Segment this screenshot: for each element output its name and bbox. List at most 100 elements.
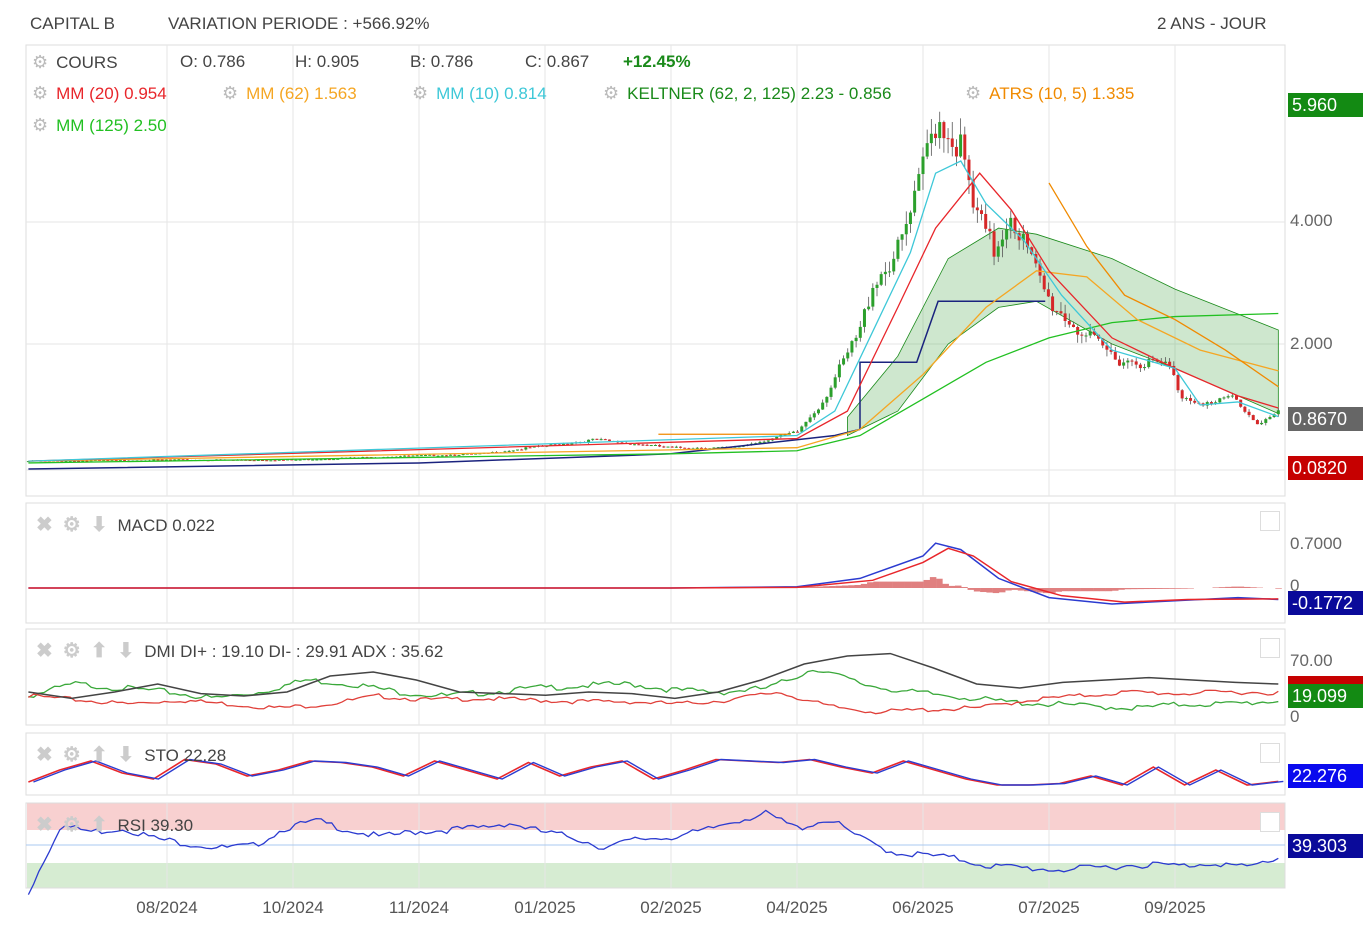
- gear-icon[interactable]: ⚙: [32, 83, 48, 103]
- arrow-down-icon[interactable]: ⬇: [117, 640, 134, 662]
- arrow-down-icon[interactable]: ⬇: [117, 744, 134, 766]
- low-tag: 0.0820: [1288, 456, 1363, 480]
- candle: [1126, 360, 1130, 363]
- candle: [1122, 362, 1126, 366]
- dmi-tag: 19.099: [1288, 684, 1363, 708]
- candle: [816, 409, 820, 414]
- candle: [683, 447, 687, 449]
- candle: [403, 455, 407, 457]
- gear-icon[interactable]: ⚙: [63, 744, 81, 766]
- macd-histogram-bar: [998, 588, 1006, 593]
- rsi-label: RSI: [117, 816, 146, 835]
- gear-icon[interactable]: ⚙: [412, 83, 428, 103]
- x-tick-label: 10/2024: [262, 898, 324, 917]
- macd-histogram-bar: [885, 581, 893, 588]
- rsi-overbought-band: [27, 803, 1285, 830]
- macd-histogram-bar: [961, 587, 968, 588]
- macd-value: 0.022: [172, 516, 215, 535]
- macd-histogram-bar: [911, 581, 918, 588]
- candle: [156, 459, 160, 461]
- atrs-value: 1.335: [1091, 84, 1135, 103]
- atrs-label[interactable]: ATRS (10, 5): [989, 84, 1087, 103]
- candle: [934, 133, 938, 139]
- candle: [424, 455, 428, 457]
- candle: [829, 387, 833, 397]
- candle: [942, 122, 946, 139]
- keltner-label[interactable]: KELTNER (62, 2, 125): [627, 84, 796, 103]
- arrow-up-icon[interactable]: ⬆: [91, 640, 108, 662]
- candle: [1184, 398, 1188, 400]
- panel-checkbox[interactable]: [1260, 812, 1280, 832]
- macd-histogram-bar: [1124, 588, 1132, 590]
- candle: [1130, 360, 1134, 362]
- candle: [808, 417, 812, 422]
- candle: [963, 134, 967, 160]
- candle: [842, 358, 846, 365]
- macd-histogram-bar: [936, 578, 943, 588]
- gear-icon[interactable]: ⚙: [603, 83, 619, 103]
- mm20-label[interactable]: MM (20): [56, 84, 119, 103]
- candle: [1113, 351, 1117, 360]
- candle: [925, 143, 929, 157]
- candle: [599, 439, 603, 441]
- mm125-label[interactable]: MM (125): [56, 116, 129, 135]
- macd-histogram-bar: [986, 588, 993, 593]
- arrow-up-icon[interactable]: ⬆: [91, 814, 108, 836]
- low-value: B: 0.786: [410, 52, 474, 71]
- candle: [411, 455, 415, 457]
- macd-histogram-bar: [1212, 587, 1220, 588]
- macd-tag: -0.1772: [1288, 591, 1363, 615]
- arrow-up-icon[interactable]: ⬆: [91, 744, 108, 766]
- chart-canvas[interactable]: [0, 0, 1372, 928]
- candle: [988, 228, 992, 232]
- candle: [1222, 397, 1226, 399]
- keltner-value: 2.23 - 0.856: [800, 84, 892, 103]
- macd-histogram-bar: [1099, 588, 1106, 592]
- candle: [833, 377, 837, 388]
- candle: [1117, 359, 1121, 366]
- mm62-label[interactable]: MM (62): [246, 84, 309, 103]
- close-icon[interactable]: ✖: [36, 814, 53, 836]
- candle: [679, 446, 683, 448]
- gear-icon[interactable]: ⚙: [63, 814, 81, 836]
- candle: [984, 213, 988, 229]
- gear-icon[interactable]: ⚙: [63, 514, 81, 536]
- candle: [796, 431, 800, 433]
- candle: [1042, 275, 1046, 290]
- candle: [1260, 422, 1264, 425]
- axis-label-4: 4.000: [1290, 211, 1333, 230]
- di-plus-line: [28, 669, 1279, 711]
- mm10-label[interactable]: MM (10): [436, 84, 499, 103]
- candle: [954, 146, 958, 157]
- macd-histogram-bar: [942, 583, 949, 588]
- gear-icon[interactable]: ⚙: [222, 83, 238, 103]
- candle: [507, 450, 511, 452]
- dmi-label: DMI: [144, 642, 176, 661]
- arrow-down-icon[interactable]: ⬇: [91, 514, 108, 536]
- close-icon[interactable]: ✖: [36, 514, 53, 536]
- panel-checkbox[interactable]: [1260, 743, 1280, 763]
- x-tick-label: 06/2025: [892, 898, 954, 917]
- candle: [511, 450, 515, 452]
- panel-checkbox[interactable]: [1260, 638, 1280, 658]
- candle: [1268, 416, 1272, 420]
- macd-histogram-bar: [1011, 588, 1019, 590]
- macd-histogram-bar: [816, 586, 824, 588]
- dmi-axis-zero: 0: [1290, 707, 1300, 726]
- panel-checkbox[interactable]: [1260, 511, 1280, 531]
- candle: [800, 426, 804, 432]
- candle: [1046, 289, 1050, 297]
- candle: [1276, 410, 1280, 415]
- close-icon[interactable]: ✖: [36, 640, 53, 662]
- gear-icon[interactable]: ⚙: [63, 640, 81, 662]
- candle: [298, 459, 302, 461]
- dmi-axis-label: 70.00: [1290, 651, 1333, 670]
- gear-icon[interactable]: ⚙: [32, 115, 48, 135]
- close-icon[interactable]: ✖: [36, 744, 53, 766]
- x-tick-label: 04/2025: [766, 898, 828, 917]
- gear-icon[interactable]: ⚙: [32, 52, 48, 72]
- macd-histogram-bar: [854, 585, 861, 588]
- candle: [1063, 313, 1067, 321]
- candle: [1218, 398, 1222, 403]
- gear-icon[interactable]: ⚙: [965, 83, 981, 103]
